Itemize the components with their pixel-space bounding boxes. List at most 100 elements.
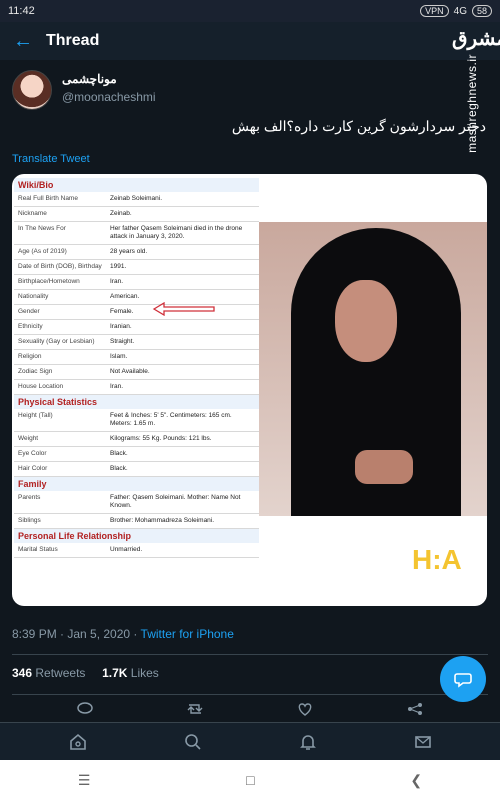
back-arrow-icon[interactable]: ← <box>0 30 46 53</box>
search-icon[interactable] <box>183 732 203 752</box>
tweet-media-image[interactable]: Wiki/Bio Real Full Birth Name Zeinab Sole… <box>12 174 487 606</box>
bio-header: Wiki/Bio <box>14 178 259 192</box>
portrait-photo <box>259 222 487 516</box>
status-time: 11:42 <box>8 5 35 17</box>
chat-bubble-icon <box>454 673 472 688</box>
physical-rows: Height (Tall) Feet & Inches: 5' 5". Centi… <box>14 409 259 477</box>
tweet-source-link[interactable]: Twitter for iPhone <box>141 627 234 641</box>
author-name[interactable]: موناچشمی <box>62 72 117 86</box>
bio-table: Wiki/Bio Real Full Birth Name Zeinab Sole… <box>14 178 259 558</box>
bio-row-value: Father: Qasem Soleimani. Mother: Name No… <box>106 491 259 514</box>
bio-row: Religion Islam. <box>14 349 259 365</box>
bio-row-value: 1991. <box>106 259 259 275</box>
bio-row: Ethnicity Iranian. <box>14 319 259 335</box>
tweet-meta: 8:39 PM · Jan 5, 2020 · Twitter for iPho… <box>12 627 234 641</box>
bio-row-value: Iranian. <box>106 319 259 335</box>
author-handle[interactable]: @moonacheshmi <box>62 90 156 104</box>
bio-row-value: Iran. <box>106 379 259 395</box>
family-rows: Parents Father: Qasem Soleimani. Mother: … <box>14 491 259 529</box>
bio-row: House Location Iran. <box>14 379 259 395</box>
bio-row-label: Sexuality (Gay or Lesbian) <box>14 334 106 350</box>
bio-row-label: House Location <box>14 379 106 395</box>
bio-row-label: Parents <box>14 491 106 514</box>
app-header: ← Thread <box>0 22 500 60</box>
bio-row: Birthplace/Hometown Iran. <box>14 274 259 290</box>
bio-row-value: Zeinab Soleimani. <box>106 192 259 207</box>
bio-row-label: Age (As of 2019) <box>14 244 106 260</box>
red-arrow-annotation <box>152 302 216 316</box>
retweets-label[interactable]: Retweets <box>35 666 85 680</box>
bio-row-label: Date of Birth (DOB), Birthday <box>14 259 106 275</box>
notifications-bell-icon[interactable] <box>298 732 318 752</box>
divider <box>12 654 488 655</box>
watermark-site: mashreghnews.ir <box>465 54 479 153</box>
bio-row-label: Hair Color <box>14 461 106 477</box>
bio-row-value: Not Available. <box>106 364 259 380</box>
watermark-logo: مشرق <box>452 26 500 50</box>
physical-header: Physical Statistics <box>14 395 259 409</box>
photo-mark: H:A <box>412 544 462 575</box>
bio-row: Real Full Birth Name Zeinab Soleimani. <box>14 192 259 207</box>
avatar[interactable] <box>12 70 52 110</box>
status-bar: 11:42 VPN 4G 58 <box>0 0 500 22</box>
back-triangle-icon[interactable]: ❮ <box>410 772 422 789</box>
bio-row-label: In The News For <box>14 221 106 245</box>
network-label: 4G <box>453 5 467 17</box>
bio-row-label: Nickname <box>14 206 106 222</box>
hand-shape <box>355 450 413 484</box>
bio-row-label: Height (Tall) <box>14 409 106 432</box>
tweet-stats: 346 Retweets 1.7K Likes <box>12 666 159 680</box>
bio-row: Marital Status Unmarried. <box>14 543 259 558</box>
bio-row-value: Islam. <box>106 349 259 365</box>
bio-row-value: Unmarried. <box>106 543 259 558</box>
bio-row-label: Zodiac Sign <box>14 364 106 380</box>
compose-reply-button[interactable] <box>440 656 486 702</box>
bio-row: Gender Female. <box>14 304 259 320</box>
retweet-count[interactable]: 346 <box>12 666 32 680</box>
bio-row: In The News For Her father Qasem Soleiman… <box>14 221 259 245</box>
home-square-icon[interactable]: □ <box>246 772 254 788</box>
bio-row-value: Feet & Inches: 5' 5". Centimeters: 165 c… <box>106 409 259 432</box>
bio-row-value: Black. <box>106 446 259 462</box>
bio-row-label: Marital Status <box>14 543 106 558</box>
bio-row-label: Real Full Birth Name <box>14 192 106 207</box>
bio-row-label: Ethnicity <box>14 319 106 335</box>
bio-row-value: Zeinab. <box>106 206 259 222</box>
bio-row: Hair Color Black. <box>14 461 259 477</box>
bio-row: Date of Birth (DOB), Birthday 1991. <box>14 259 259 275</box>
bio-row-label: Eye Color <box>14 446 106 462</box>
bio-row-value: Kilograms: 55 Kg. Pounds: 121 lbs. <box>106 431 259 447</box>
bottom-nav <box>0 722 500 760</box>
bio-row: Zodiac Sign Not Available. <box>14 364 259 380</box>
bio-row: Parents Father: Qasem Soleimani. Mother: … <box>14 491 259 514</box>
page-title: Thread <box>46 32 100 49</box>
bio-row: Age (As of 2019) 28 years old. <box>14 244 259 260</box>
system-nav-bar: ☰ □ ❮ <box>0 760 500 800</box>
share-icon[interactable] <box>406 702 424 716</box>
bio-row-value: Brother: Mohammadreza Soleimani. <box>106 513 259 529</box>
retweet-icon[interactable] <box>186 702 204 716</box>
tweet-timestamp: 8:39 PM · Jan 5, 2020 · <box>12 627 141 641</box>
bio-row: Siblings Brother: Mohammadreza Soleimani. <box>14 513 259 529</box>
tweet-text: دختر سردارشون گرین کارت داره؟الف بهش <box>231 118 486 134</box>
bio-row-label: Gender <box>14 304 106 320</box>
bio-row: Sexuality (Gay or Lesbian) Straight. <box>14 334 259 350</box>
bio-row-value: 28 years old. <box>106 244 259 260</box>
bio-row: Weight Kilograms: 55 Kg. Pounds: 121 lbs. <box>14 431 259 447</box>
bio-row: Eye Color Black. <box>14 446 259 462</box>
translate-tweet-link[interactable]: Translate Tweet <box>12 153 90 165</box>
bio-row: Nickname Zeinab. <box>14 206 259 222</box>
personal-rows: Marital Status Unmarried. <box>14 543 259 558</box>
bio-row-value: Black. <box>106 461 259 477</box>
recent-apps-icon[interactable]: ☰ <box>78 772 91 789</box>
likes-label[interactable]: Likes <box>131 666 159 680</box>
divider <box>12 694 488 695</box>
like-icon[interactable] <box>296 702 314 716</box>
reply-icon[interactable] <box>76 702 94 716</box>
bio-row-label: Birthplace/Hometown <box>14 274 106 290</box>
home-icon[interactable] <box>68 732 88 752</box>
like-count[interactable]: 1.7K <box>102 666 127 680</box>
bio-row-value: Iran. <box>106 274 259 290</box>
messages-envelope-icon[interactable] <box>413 732 433 752</box>
site-watermark: مشرق mashreghnews.ir <box>452 26 500 186</box>
